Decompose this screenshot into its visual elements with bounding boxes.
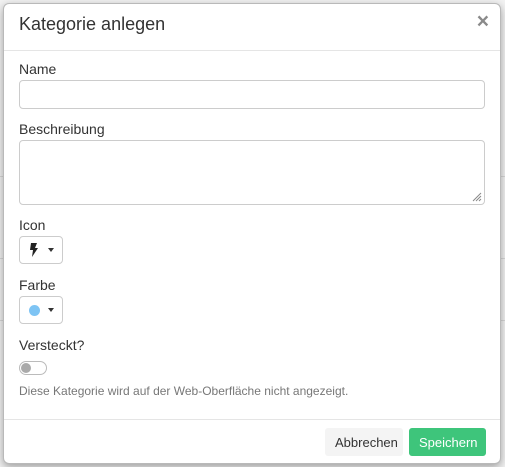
hidden-toggle[interactable]	[19, 361, 47, 375]
color-swatch	[29, 305, 40, 316]
resize-grip-icon[interactable]	[471, 191, 482, 202]
cancel-button[interactable]: Abbrechen	[325, 428, 403, 456]
dialog-footer: Abbrechen Speichern	[4, 419, 500, 463]
name-input[interactable]	[19, 80, 485, 109]
description-field-wrapper	[19, 140, 485, 205]
name-label: Name	[19, 61, 57, 77]
description-textarea[interactable]	[19, 140, 485, 205]
color-label: Farbe	[19, 277, 56, 293]
toggle-knob	[21, 363, 31, 373]
hidden-label: Versteckt?	[19, 337, 85, 353]
bolt-icon	[30, 243, 38, 257]
description-label: Beschreibung	[19, 121, 105, 137]
chevron-down-icon	[48, 248, 54, 252]
hidden-help-text: Diese Kategorie wird auf der Web-Oberflä…	[19, 384, 349, 398]
create-category-dialog: Kategorie anlegen × Name Beschreibung Ic…	[3, 3, 501, 464]
save-button[interactable]: Speichern	[409, 428, 486, 456]
close-button[interactable]: ×	[477, 10, 489, 34]
chevron-down-icon	[48, 308, 54, 312]
icon-picker[interactable]	[19, 236, 63, 264]
icon-label: Icon	[19, 217, 46, 233]
dialog-header: Kategorie anlegen ×	[4, 4, 500, 51]
dialog-title: Kategorie anlegen	[19, 14, 166, 34]
color-picker[interactable]	[19, 296, 63, 324]
